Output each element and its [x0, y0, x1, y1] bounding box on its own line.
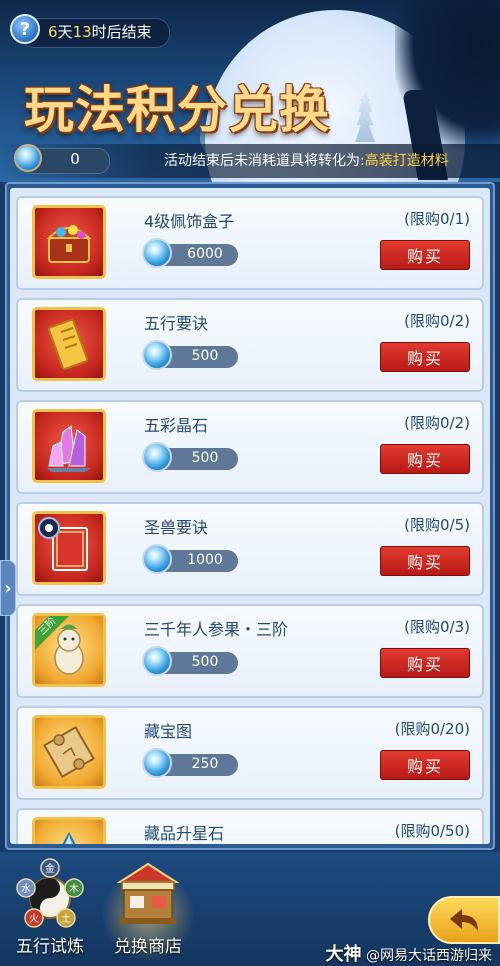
- watermark-handle: @网易大话西游归来: [366, 948, 492, 964]
- buy-button[interactable]: 购买: [380, 444, 470, 474]
- element-water-label: 水: [21, 883, 31, 895]
- item-name: 藏品升星石: [144, 824, 225, 843]
- list-item: 五行要诀 (限购0/2) 500 购买: [16, 298, 484, 392]
- countdown-timer: 6天13时后结束: [48, 21, 152, 42]
- purchase-limit: (限购0/2): [404, 312, 470, 330]
- treasure-map-icon: [32, 715, 106, 789]
- purchase-limit: (限购0/20): [394, 720, 470, 738]
- blue-orb-icon: [142, 442, 172, 472]
- watermark-brand: 大神: [325, 944, 362, 965]
- item-cost: 500: [191, 450, 219, 466]
- blue-orb-icon: [142, 748, 172, 778]
- shop-stall-icon: [116, 862, 180, 924]
- back-button[interactable]: [428, 896, 500, 944]
- item-cost: 1000: [187, 552, 223, 568]
- item-cost: 500: [191, 348, 219, 364]
- element-wood-label: 木: [69, 883, 79, 895]
- buy-button[interactable]: 购买: [380, 342, 470, 372]
- item-cost: 250: [191, 756, 219, 772]
- item-cost: 500: [191, 654, 219, 670]
- red-book-icon: [32, 511, 106, 585]
- treasure-chest-icon: [32, 205, 106, 279]
- crystal-icon: [32, 409, 106, 483]
- timer-days-unit: 天: [57, 23, 73, 41]
- item-name: 三千年人参果・三阶: [144, 620, 289, 639]
- item-name: 五行要诀: [144, 314, 209, 333]
- notice-highlight: 高装打造材料: [364, 153, 449, 169]
- page-title: 玩法积分兑换: [24, 80, 330, 139]
- item-name: 五彩晶石: [144, 416, 209, 435]
- blue-orb-icon: [14, 144, 42, 172]
- help-icon[interactable]: ?: [10, 14, 40, 44]
- nav-item-exchange-shop[interactable]: 兑换商店: [98, 858, 198, 958]
- notice-text: 活动结束后未消耗道具将转化为:: [164, 153, 365, 169]
- buy-button[interactable]: 购买: [380, 546, 470, 576]
- item-name: 圣兽要诀: [144, 518, 209, 537]
- back-arrow-icon: [450, 909, 478, 931]
- conversion-notice: 活动结束后未消耗道具将转化为:高装打造材料: [164, 150, 449, 170]
- timer-hours: 13: [72, 23, 92, 41]
- blue-orb-icon: [142, 646, 172, 676]
- timer-suffix: 后结束: [106, 23, 152, 41]
- watermark: 大神 @网易大话西游归来: [326, 940, 492, 966]
- list-item: 五彩晶石 (限购0/2) 500 购买: [16, 400, 484, 494]
- currency-value: 0: [70, 150, 80, 168]
- nav-label: 兑换商店: [114, 937, 182, 957]
- element-fire-label: 火: [29, 913, 39, 925]
- purchase-limit: (限购0/50): [394, 822, 470, 840]
- nav-item-five-elements[interactable]: 水 木 金 火 土 五行试炼: [0, 858, 100, 958]
- list-item: 三阶 三千年人参果・三阶 (限购0/3) 500 购买: [16, 604, 484, 698]
- item-name: 藏宝图: [144, 722, 193, 741]
- list-item: 藏宝图 (限购0/20) 250 购买: [16, 706, 484, 800]
- purchase-limit: (限购0/5): [404, 516, 470, 534]
- timer-days: 6: [48, 23, 58, 41]
- purchase-limit: (限购0/3): [404, 618, 470, 636]
- purchase-limit: (限购0/1): [404, 210, 470, 228]
- purchase-limit: (限购0/2): [404, 414, 470, 432]
- side-expand-tab[interactable]: ›: [0, 560, 16, 616]
- buy-button[interactable]: 购买: [380, 750, 470, 780]
- nav-label: 五行试炼: [16, 937, 84, 957]
- blue-orb-icon: [142, 238, 172, 268]
- star-stone-icon: [32, 817, 106, 844]
- item-cost: 6000: [187, 246, 223, 262]
- timer-hours-unit: 时: [91, 23, 107, 41]
- five-elements-wheel-icon: 水 木 金 火 土: [16, 858, 84, 928]
- buy-button[interactable]: 购买: [380, 648, 470, 678]
- item-list[interactable]: 4级佩饰盒子 (限购0/1) 6000 购买 五行要诀 (限购0/2) 500 …: [10, 188, 490, 844]
- buy-button[interactable]: 购买: [380, 240, 470, 270]
- element-metal-label: 金: [45, 862, 55, 875]
- golden-scroll-icon: [32, 307, 106, 381]
- ginseng-fruit-icon: 三阶: [32, 613, 106, 687]
- element-earth-label: 土: [61, 912, 71, 925]
- list-item: 藏品升星石 (限购0/50): [16, 808, 484, 844]
- list-item: 4级佩饰盒子 (限购0/1) 6000 购买: [16, 196, 484, 290]
- blue-orb-icon: [142, 340, 172, 370]
- item-name: 4级佩饰盒子: [144, 212, 235, 231]
- blue-orb-icon: [142, 544, 172, 574]
- list-item: 圣兽要诀 (限购0/5) 1000 购买: [16, 502, 484, 596]
